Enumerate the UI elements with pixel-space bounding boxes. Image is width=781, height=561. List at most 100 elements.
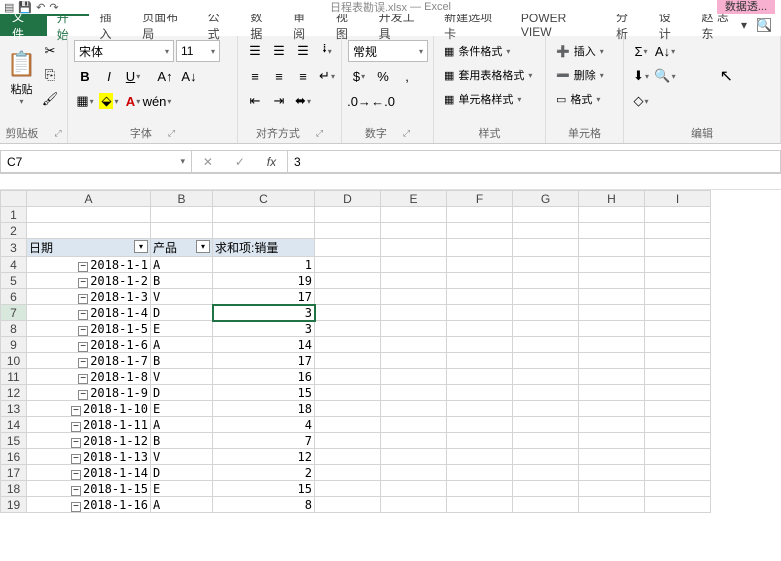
fx-icon[interactable]: fx [267, 155, 276, 169]
formula-bar[interactable]: 3 [288, 150, 781, 173]
decrease-indent-button[interactable]: ⇤ [244, 90, 266, 112]
cell[interactable] [27, 207, 151, 223]
pivot-date-cell[interactable]: −2018-1-8 [27, 369, 151, 385]
cell[interactable] [645, 239, 711, 257]
pivot-value-cell[interactable]: 15 [213, 481, 315, 497]
collapse-icon[interactable]: − [78, 310, 88, 320]
collapse-icon[interactable]: − [78, 326, 88, 336]
cell[interactable] [447, 337, 513, 353]
cell[interactable] [579, 497, 645, 513]
cell[interactable] [315, 207, 381, 223]
cut-button[interactable]: ✂ [39, 40, 61, 62]
cell[interactable] [513, 289, 579, 305]
pivot-date-cell[interactable]: −2018-1-6 [27, 337, 151, 353]
font-size-select[interactable]: 11▾ [176, 40, 220, 62]
cell[interactable] [447, 465, 513, 481]
collapse-icon[interactable]: − [78, 374, 88, 384]
pivot-header-product[interactable]: 产品▾ [151, 239, 213, 257]
user-name[interactable]: 赵 志东 ▾ 🔍 [692, 14, 781, 36]
row-header[interactable]: 2 [1, 223, 27, 239]
cell[interactable] [381, 417, 447, 433]
collapse-icon[interactable]: − [78, 262, 88, 272]
increase-decimal-button[interactable]: .0→ [348, 90, 370, 112]
cell[interactable] [513, 273, 579, 289]
cell[interactable] [381, 257, 447, 273]
tab-powerview[interactable]: POWER VIEW [511, 14, 606, 36]
cell[interactable] [381, 497, 447, 513]
cell[interactable] [645, 465, 711, 481]
font-color-button[interactable]: A [122, 90, 144, 112]
cell[interactable] [315, 369, 381, 385]
redo-icon[interactable]: ↷ [49, 1, 58, 14]
row-header[interactable]: 17 [1, 465, 27, 481]
cell[interactable] [447, 433, 513, 449]
align-center-button[interactable]: ≡ [268, 65, 290, 87]
row-header[interactable]: 19 [1, 497, 27, 513]
row-header[interactable]: 3 [1, 239, 27, 257]
expand-icon[interactable]: ⤢ [316, 128, 323, 139]
align-left-button[interactable]: ≡ [244, 65, 266, 87]
decrease-font-button[interactable]: A↓ [178, 65, 200, 87]
cell[interactable] [381, 321, 447, 337]
tab-page-layout[interactable]: 页面布局 [132, 14, 197, 36]
pivot-product-cell[interactable]: E [151, 321, 213, 337]
pivot-date-cell[interactable]: −2018-1-1 [27, 257, 151, 273]
tab-review[interactable]: 审阅 [283, 14, 326, 36]
row-header[interactable]: 11 [1, 369, 27, 385]
collapse-icon[interactable]: − [71, 454, 81, 464]
tab-analyze[interactable]: 分析 [606, 14, 649, 36]
cell[interactable] [381, 305, 447, 321]
cell[interactable] [645, 257, 711, 273]
collapse-icon[interactable]: − [78, 278, 88, 288]
delete-cells-button[interactable]: ➖删除▾ [552, 64, 608, 86]
currency-button[interactable]: $ [348, 65, 370, 87]
pivot-product-cell[interactable]: V [151, 369, 213, 385]
pivot-product-cell[interactable]: A [151, 337, 213, 353]
cell[interactable] [315, 417, 381, 433]
cell[interactable] [579, 305, 645, 321]
row-header[interactable]: 5 [1, 273, 27, 289]
cell[interactable] [579, 353, 645, 369]
cell[interactable] [579, 481, 645, 497]
cell[interactable] [381, 273, 447, 289]
collapse-icon[interactable]: − [71, 422, 81, 432]
percent-button[interactable]: % [372, 65, 394, 87]
pivot-product-cell[interactable]: E [151, 401, 213, 417]
cell[interactable] [513, 353, 579, 369]
cell[interactable] [513, 369, 579, 385]
expand-icon[interactable]: ⤢ [168, 128, 175, 139]
cell[interactable] [579, 449, 645, 465]
pivot-date-cell[interactable]: −2018-1-3 [27, 289, 151, 305]
comma-button[interactable]: , [396, 65, 418, 87]
pivot-value-cell[interactable]: 17 [213, 289, 315, 305]
conditional-format-button[interactable]: ▦条件格式▾ [440, 40, 514, 62]
cell[interactable] [645, 417, 711, 433]
cell[interactable] [513, 497, 579, 513]
pivot-date-cell[interactable]: −2018-1-13 [27, 449, 151, 465]
cell[interactable] [645, 433, 711, 449]
pivot-product-cell[interactable]: D [151, 465, 213, 481]
pivot-product-cell[interactable]: A [151, 497, 213, 513]
pivot-value-cell[interactable]: 12 [213, 449, 315, 465]
cell[interactable] [213, 223, 315, 239]
fill-color-button[interactable]: ⬙ [98, 90, 120, 112]
pivot-value-cell[interactable]: 3 [213, 321, 315, 337]
cell[interactable] [579, 239, 645, 257]
cell[interactable] [645, 273, 711, 289]
save-icon[interactable]: 💾 [18, 1, 32, 14]
cell[interactable] [513, 239, 579, 257]
align-right-button[interactable]: ≡ [292, 65, 314, 87]
cell[interactable] [579, 289, 645, 305]
cell[interactable] [315, 353, 381, 369]
cell[interactable] [381, 239, 447, 257]
autosum-button[interactable]: Σ [630, 40, 652, 62]
pivot-product-cell[interactable]: E [151, 481, 213, 497]
undo-icon[interactable]: ↶ [36, 1, 45, 14]
cell[interactable] [447, 273, 513, 289]
align-bottom-button[interactable]: ☰ [292, 40, 314, 62]
cell[interactable] [381, 465, 447, 481]
font-name-select[interactable]: 宋体▾ [74, 40, 174, 62]
tab-view[interactable]: 视图 [326, 14, 369, 36]
cell[interactable] [315, 321, 381, 337]
cell[interactable] [645, 321, 711, 337]
